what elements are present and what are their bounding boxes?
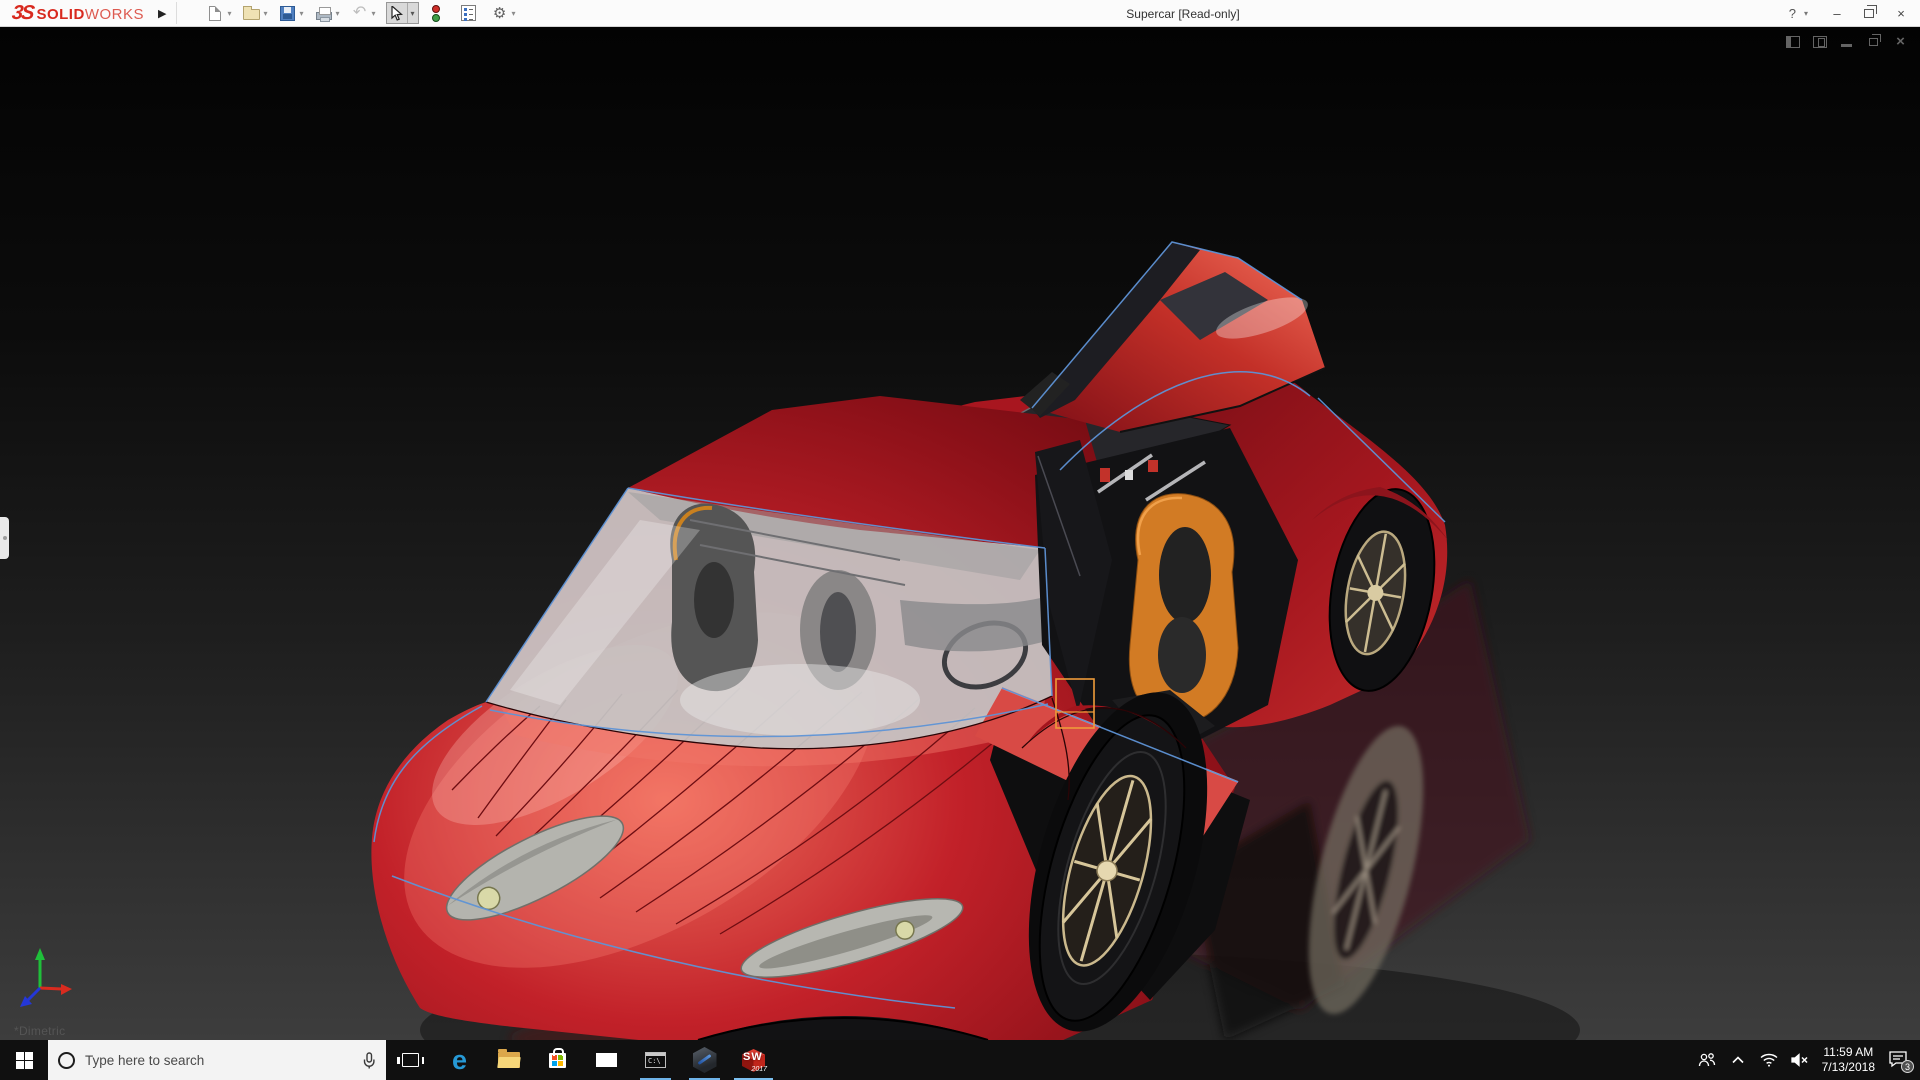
file-properties-icon xyxy=(461,5,476,21)
microphone-icon[interactable] xyxy=(362,1052,376,1069)
save-dropdown-arrow[interactable]: ▾ xyxy=(299,9,303,18)
print-button[interactable] xyxy=(314,2,334,24)
open-folder-icon xyxy=(243,9,260,20)
help-button[interactable]: ? xyxy=(1787,6,1798,21)
panel-tab-dot xyxy=(3,536,7,540)
options-dropdown-arrow[interactable]: ▾ xyxy=(512,9,516,18)
view-orientation-label: *Dimetric xyxy=(14,1024,65,1038)
solidworks-2017-icon: SW 2017 xyxy=(741,1048,766,1073)
doc-restore-icon xyxy=(1869,38,1878,46)
rebuild-button[interactable] xyxy=(426,2,446,24)
print-dropdown-arrow[interactable]: ▾ xyxy=(336,9,340,18)
edge-icon: e xyxy=(452,1047,467,1074)
pane-right-toggle-button[interactable] xyxy=(1812,35,1827,48)
hexagon-app-icon xyxy=(693,1047,717,1073)
action-center-button[interactable]: 3 xyxy=(1888,1050,1910,1070)
taskbar-icon-store[interactable] xyxy=(533,1040,582,1080)
command-prompt-icon: C:\ xyxy=(645,1052,666,1068)
select-cursor-icon[interactable] xyxy=(387,3,408,23)
taskbar-icon-command-prompt[interactable]: C:\ xyxy=(631,1040,680,1080)
chevron-up-icon[interactable] xyxy=(1729,1051,1747,1069)
file-explorer-icon xyxy=(498,1052,520,1068)
mail-icon xyxy=(596,1053,617,1067)
people-icon[interactable] xyxy=(1698,1051,1716,1069)
start-button[interactable] xyxy=(0,1040,48,1080)
window-title: Supercar [Read-only] xyxy=(1126,0,1239,27)
select-tool-button[interactable]: ▾ xyxy=(386,2,419,24)
taskbar-search[interactable] xyxy=(48,1040,386,1080)
taskbar-icon-hexagon-app[interactable] xyxy=(680,1040,729,1080)
doc-minimize-button[interactable] xyxy=(1839,35,1854,48)
titlebar: 3S SOLID WORKS ▶ ▾ ▾ ▾ ▾ ↶ ▾ ▾ xyxy=(0,0,1920,27)
undo-dropdown-arrow[interactable]: ▾ xyxy=(372,9,376,18)
minimize-button[interactable]: – xyxy=(1824,0,1850,27)
taskbar: e C:\ SW 2017 xyxy=(0,1040,1920,1080)
search-input[interactable] xyxy=(85,1053,352,1068)
cortana-icon xyxy=(58,1052,75,1069)
tray-time: 11:59 AM xyxy=(1822,1045,1875,1060)
windows-logo-icon xyxy=(16,1052,33,1069)
taskbar-icon-edge[interactable]: e xyxy=(435,1040,484,1080)
select-dropdown-arrow[interactable]: ▾ xyxy=(408,9,418,18)
file-properties-button[interactable] xyxy=(459,2,479,24)
taskbar-icon-mail[interactable] xyxy=(582,1040,631,1080)
menu-flyout-arrow-icon[interactable]: ▶ xyxy=(158,7,166,20)
speaker-mute-icon[interactable] xyxy=(1791,1051,1809,1069)
tray-date: 7/13/2018 xyxy=(1822,1060,1875,1075)
doc-minimize-icon xyxy=(1841,44,1852,47)
solidworks-logo: 3S SOLID WORKS xyxy=(12,2,144,25)
orientation-triad xyxy=(20,948,72,1007)
rebuild-traffic-light-icon xyxy=(432,5,440,22)
3d-model-supercar[interactable] xyxy=(0,27,1920,1040)
close-button[interactable]: × xyxy=(1888,0,1914,27)
new-document-icon xyxy=(209,6,221,21)
print-icon xyxy=(316,12,332,20)
doc-close-button[interactable]: × xyxy=(1893,35,1908,48)
task-view-button[interactable] xyxy=(386,1040,435,1080)
store-icon xyxy=(549,1053,566,1068)
open-button[interactable] xyxy=(241,2,261,24)
wifi-icon[interactable] xyxy=(1760,1051,1778,1069)
notification-badge: 3 xyxy=(1901,1060,1914,1073)
new-document-button[interactable] xyxy=(205,2,225,24)
task-view-icon xyxy=(402,1053,419,1067)
quick-access-toolbar: ▾ ▾ ▾ ▾ ↶ ▾ ▾ xyxy=(205,0,525,27)
restore-icon xyxy=(1864,9,1874,18)
graphics-viewport[interactable]: × *Dimetric xyxy=(0,27,1920,1040)
save-button[interactable] xyxy=(277,2,297,24)
solidworks-logo-mark: 3S xyxy=(10,2,34,25)
options-button[interactable]: ⚙ xyxy=(490,2,510,24)
restore-button[interactable] xyxy=(1856,0,1882,27)
taskbar-clock[interactable]: 11:59 AM 7/13/2018 xyxy=(1822,1045,1875,1075)
undo-button[interactable]: ↶ xyxy=(350,2,370,24)
undo-icon: ↶ xyxy=(353,5,366,21)
pane-right-icon xyxy=(1813,36,1827,48)
system-tray: 11:59 AM 7/13/2018 3 xyxy=(1698,1040,1910,1080)
open-dropdown-arrow[interactable]: ▾ xyxy=(263,9,267,18)
toolbar-separator xyxy=(176,2,177,24)
pane-left-toggle-button[interactable] xyxy=(1785,35,1800,48)
collapsed-panel-tab[interactable] xyxy=(0,517,9,559)
save-floppy-icon xyxy=(280,6,295,21)
pane-left-icon xyxy=(1786,36,1800,48)
new-dropdown-arrow[interactable]: ▾ xyxy=(227,9,231,18)
document-window-controls: × xyxy=(1785,35,1908,48)
taskbar-icon-solidworks[interactable]: SW 2017 xyxy=(729,1040,778,1080)
doc-restore-button[interactable] xyxy=(1866,35,1881,48)
options-gear-icon: ⚙ xyxy=(493,6,506,21)
help-dropdown-arrow[interactable]: ▾ xyxy=(1804,9,1808,18)
taskbar-icon-file-explorer[interactable] xyxy=(484,1040,533,1080)
